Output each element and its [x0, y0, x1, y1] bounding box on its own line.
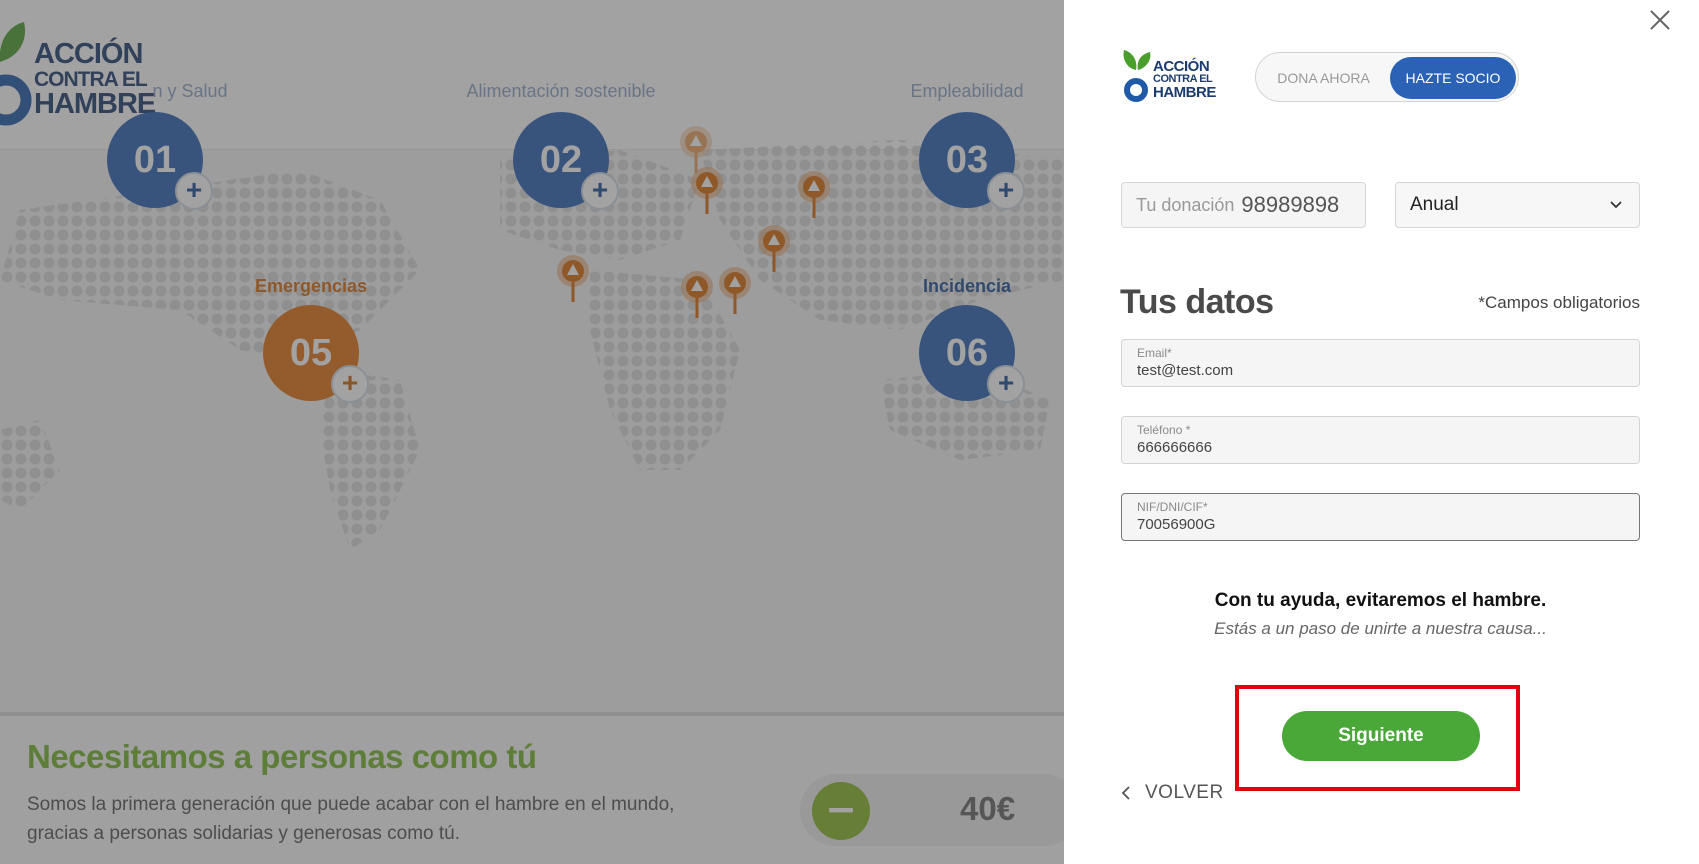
donation-label: Tu donación	[1136, 194, 1235, 215]
panel-logo: ACCIÓN CONTRA EL HAMBRE	[1122, 48, 1222, 106]
chevron-down-icon	[1610, 201, 1622, 209]
email-field[interactable]: Email* test@test.com	[1121, 339, 1640, 387]
nif-label: NIF/DNI/CIF*	[1137, 500, 1208, 514]
chevron-left-icon	[1121, 786, 1130, 800]
logo-line-1: ACCIÓN	[1153, 58, 1210, 75]
frequency-value: Anual	[1410, 194, 1459, 215]
page: ACCIÓN CONTRA EL HAMBRE n y Salud 01 + A…	[0, 0, 1699, 864]
background-page: ACCIÓN CONTRA EL HAMBRE n y Salud 01 + A…	[0, 0, 1064, 864]
modal-overlay[interactable]	[0, 0, 1064, 864]
logo-line-3: HAMBRE	[1153, 84, 1216, 101]
donation-amount-field[interactable]: Tu donación 98989898	[1121, 182, 1366, 228]
back-button[interactable]: VOLVER	[1119, 780, 1224, 806]
back-label: VOLVER	[1145, 782, 1224, 803]
toggle-dona-ahora[interactable]: DONA AHORA	[1259, 57, 1388, 99]
section-title: Tus datos	[1120, 283, 1274, 321]
logo-wordmark: ACCIÓN CONTRA EL HAMBRE	[1153, 59, 1216, 100]
nif-field[interactable]: NIF/DNI/CIF* 70056900G	[1121, 493, 1640, 541]
donation-type-toggle: DONA AHORA HAZTE SOCIO	[1255, 52, 1519, 102]
phone-label: Teléfono *	[1137, 423, 1191, 437]
phone-field[interactable]: Teléfono * 666666666	[1121, 416, 1640, 464]
email-label: Email*	[1137, 346, 1172, 360]
help-subtitle: Estás a un paso de unirte a nuestra caus…	[1214, 619, 1547, 638]
close-icon[interactable]	[1648, 8, 1672, 32]
email-value[interactable]: test@test.com	[1137, 361, 1624, 381]
help-title: Con tu ayuda, evitaremos el hambre.	[1214, 590, 1547, 611]
next-button[interactable]: Siguiente	[1282, 711, 1480, 761]
frequency-select[interactable]: Anual	[1395, 182, 1640, 228]
required-fields-note: *Campos obligatorios	[1478, 293, 1640, 312]
nif-value[interactable]: 70056900G	[1137, 515, 1624, 535]
donation-value: 98989898	[1241, 192, 1340, 217]
phone-value[interactable]: 666666666	[1137, 438, 1624, 458]
toggle-hazte-socio[interactable]: HAZTE SOCIO	[1390, 57, 1516, 99]
logo-leaf-icon	[1123, 50, 1151, 102]
